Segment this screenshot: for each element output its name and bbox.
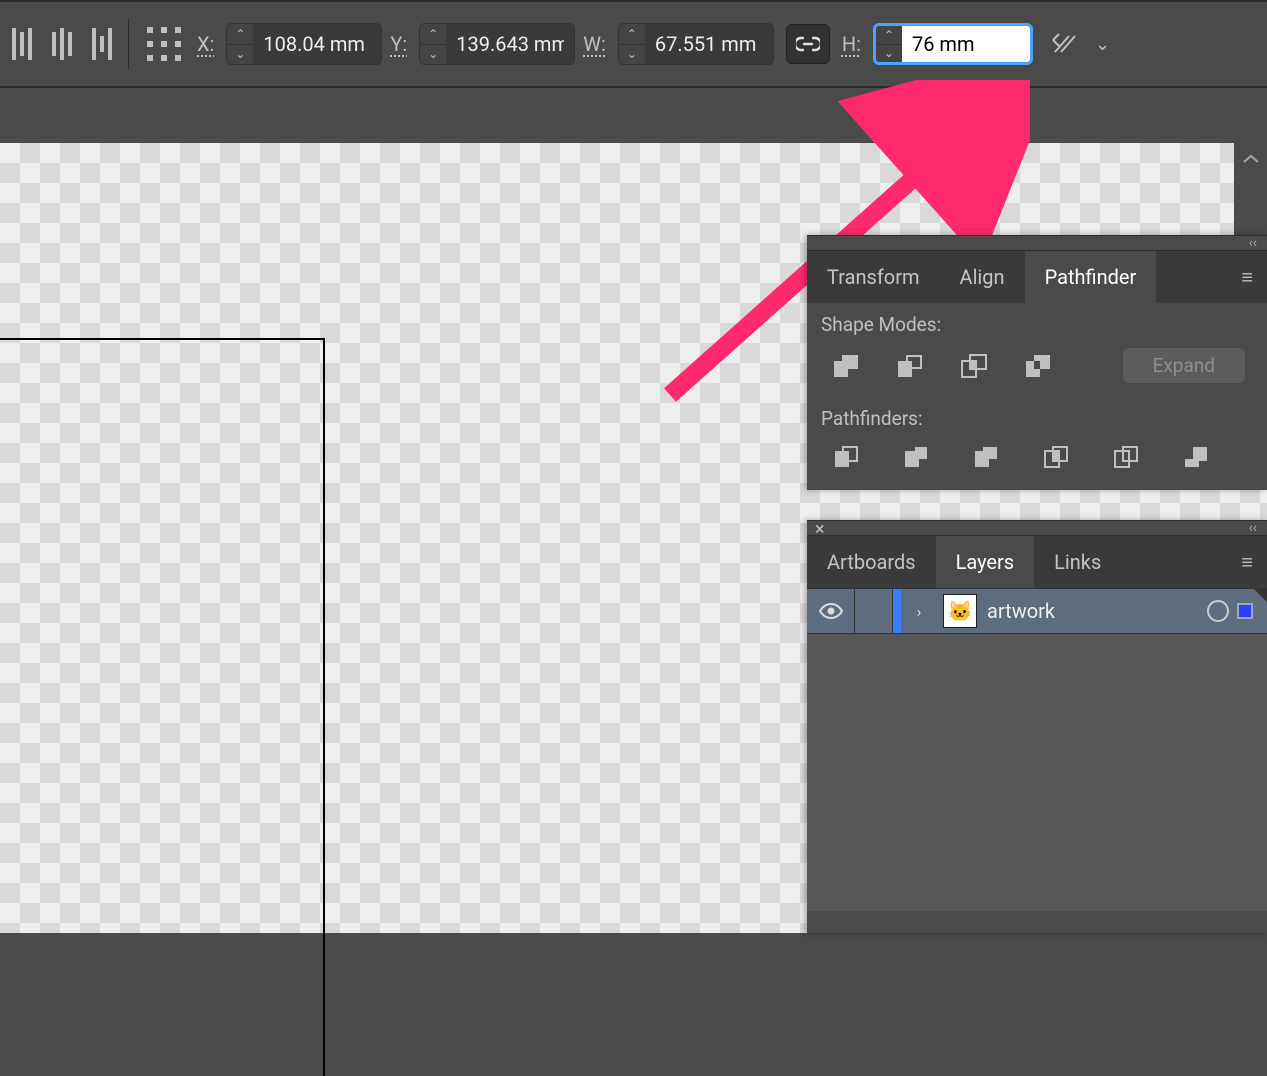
align-right-icon[interactable] (86, 22, 118, 66)
y-step-up[interactable]: ⌃ (420, 24, 446, 45)
close-icon[interactable]: × (815, 519, 825, 540)
x-step-up[interactable]: ⌃ (227, 24, 253, 45)
layers-panel: × ‹‹ Artboards Layers Links ≡ › 🐱 artwor… (807, 520, 1267, 933)
reference-point-selector[interactable] (147, 27, 181, 61)
options-chevron-icon[interactable]: ⌄ (1095, 34, 1110, 55)
panel-menu-icon[interactable]: ≡ (1227, 265, 1267, 290)
disclosure-icon[interactable]: › (901, 602, 937, 621)
h-step-up[interactable]: ⌃ (876, 26, 902, 45)
intersect-button[interactable] (957, 351, 991, 381)
tab-links[interactable]: Links (1034, 536, 1121, 588)
scroll-gutter (1234, 143, 1267, 243)
layer-row[interactable]: › 🐱 artwork (807, 588, 1267, 634)
h-stepper[interactable]: ⌃⌄ (873, 23, 1033, 65)
layer-color-chip[interactable] (1237, 603, 1253, 619)
collapse-icon[interactable]: ‹‹ (1249, 520, 1257, 536)
pathfinder-panel: ‹‹ Transform Align Pathfinder ≡ Shape Mo… (807, 235, 1267, 490)
w-step-up[interactable]: ⌃ (619, 24, 645, 45)
y-stepper[interactable]: ⌃⌄ (419, 23, 575, 65)
crop-button[interactable] (1039, 442, 1073, 472)
y-step-down[interactable]: ⌄ (420, 45, 446, 65)
h-input[interactable] (902, 26, 1030, 62)
h-label: H: (842, 32, 861, 56)
tab-artboards[interactable]: Artboards (807, 536, 936, 588)
w-label: W: (583, 32, 606, 56)
x-input[interactable] (253, 24, 381, 64)
minus-front-button[interactable] (893, 351, 927, 381)
h-step-down[interactable]: ⌄ (876, 45, 902, 63)
trim-button[interactable] (899, 442, 933, 472)
align-hcenter-icon[interactable] (46, 22, 78, 66)
y-label: Y: (390, 32, 407, 56)
unite-button[interactable] (829, 351, 863, 381)
panel1-tabs: Transform Align Pathfinder ≡ (807, 251, 1267, 303)
x-label: X: (197, 32, 214, 56)
shape-modes-label: Shape Modes: (807, 303, 1267, 344)
expand-button: Expand (1123, 348, 1245, 383)
w-input[interactable] (645, 24, 773, 64)
lock-toggle[interactable] (855, 589, 893, 633)
selection-rectangle[interactable] (0, 338, 325, 1076)
pathfinders-label: Pathfinders: (807, 397, 1267, 438)
corner-fold-icon (1253, 588, 1267, 602)
align-left-icon[interactable] (6, 22, 38, 66)
tab-align[interactable]: Align (940, 251, 1025, 303)
constrain-proportions-button[interactable] (786, 24, 830, 64)
outline-button[interactable] (1109, 442, 1143, 472)
y-input[interactable] (446, 24, 574, 64)
selection-indicator (893, 589, 901, 633)
divide-button[interactable] (829, 442, 863, 472)
control-bar: X: ⌃⌄ Y: ⌃⌄ W: ⌃⌄ H: ⌃⌄ ⌄ (0, 0, 1267, 88)
w-stepper[interactable]: ⌃⌄ (618, 23, 774, 65)
tab-layers[interactable]: Layers (936, 536, 1035, 588)
collapse-icon[interactable]: ‹‹ (1249, 235, 1257, 251)
exclude-button[interactable] (1021, 351, 1055, 381)
minus-back-button[interactable] (1179, 442, 1213, 472)
panel2-tabs: Artboards Layers Links ≡ (807, 536, 1267, 588)
w-step-down[interactable]: ⌄ (619, 45, 645, 65)
x-stepper[interactable]: ⌃⌄ (226, 23, 382, 65)
panel-menu-icon[interactable]: ≡ (1227, 550, 1267, 575)
target-icon[interactable] (1207, 600, 1229, 622)
visibility-toggle-icon[interactable] (807, 589, 855, 633)
merge-button[interactable] (969, 442, 1003, 472)
shear-icon[interactable] (1051, 30, 1079, 58)
layer-thumbnail: 🐱 (943, 594, 977, 628)
chevron-up-icon[interactable] (1242, 153, 1260, 165)
x-step-down[interactable]: ⌄ (227, 45, 253, 65)
tab-transform[interactable]: Transform (807, 251, 940, 303)
tab-pathfinder[interactable]: Pathfinder (1025, 251, 1157, 303)
layer-name[interactable]: artwork (983, 599, 1207, 623)
